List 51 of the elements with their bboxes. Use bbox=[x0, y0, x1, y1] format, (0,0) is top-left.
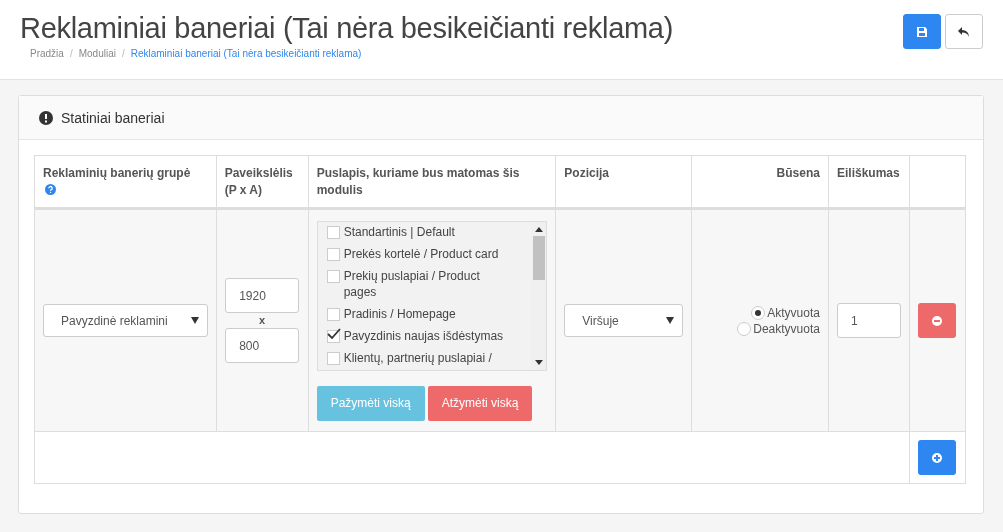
dimension-separator: x bbox=[258, 313, 267, 328]
save-icon bbox=[916, 25, 928, 38]
breadcrumb-link[interactable]: Pradžia bbox=[30, 48, 64, 59]
checkbox-label: Klientų, partnerių puslapiai / bbox=[343, 349, 492, 366]
position-select[interactable]: Viršuje bbox=[564, 304, 684, 337]
radio-label: Aktyvuota bbox=[767, 305, 820, 320]
height-field[interactable]: 800 bbox=[225, 328, 300, 363]
undo-icon bbox=[957, 25, 971, 38]
checkbox-label: Prekės kortelė / Product card bbox=[343, 245, 499, 262]
checkbox-label: Pradinis / Homepage bbox=[343, 305, 456, 322]
minus-circle-icon bbox=[931, 315, 942, 326]
help-icon[interactable] bbox=[45, 184, 56, 195]
scroll-up-icon[interactable] bbox=[534, 226, 543, 232]
checkbox-label: Standartinis | Default bbox=[343, 223, 455, 240]
checkbox[interactable] bbox=[326, 351, 340, 365]
radio-button[interactable] bbox=[751, 305, 766, 320]
column-header: Eiliškumas bbox=[836, 166, 900, 180]
radio-label: Deaktyvuota bbox=[753, 321, 820, 336]
scrollbar-thumb[interactable] bbox=[532, 235, 545, 280]
breadcrumb-link[interactable]: Moduliai bbox=[78, 48, 116, 59]
column-header: Paveikslėlis (P x A) bbox=[224, 166, 293, 197]
checkbox-label: Prekių puslapiai / Product pages bbox=[343, 267, 481, 300]
breadcrumb-link[interactable]: Reklaminiai baneriai (Tai nėra besikeičianti reklama) bbox=[130, 48, 362, 59]
column-header: Pozicija bbox=[564, 166, 609, 180]
column-header: Būsena bbox=[776, 166, 820, 180]
checkbox-label: Pavyzdinis naujas išdėstymas bbox=[343, 327, 504, 344]
checkbox[interactable] bbox=[326, 269, 340, 283]
checkbox[interactable] bbox=[326, 225, 340, 239]
plus-circle-icon bbox=[931, 452, 942, 463]
breadcrumb-separator: / bbox=[69, 48, 73, 59]
back-button[interactable] bbox=[945, 14, 983, 49]
checkbox[interactable] bbox=[326, 329, 340, 343]
scroll-down-icon[interactable] bbox=[534, 359, 543, 365]
page-title: Reklaminiai baneriai (Tai nėra besikeičianti reklama) bbox=[20, 12, 673, 45]
caret-icon bbox=[190, 317, 199, 324]
panel-title: Statiniai baneriai bbox=[61, 109, 165, 126]
save-button[interactable] bbox=[903, 14, 941, 49]
group-select[interactable]: Pavyzdinė reklamini bbox=[43, 304, 208, 337]
column-header: Reklaminių banerių grupė bbox=[43, 166, 191, 180]
add-button[interactable] bbox=[917, 440, 956, 475]
remove-button[interactable] bbox=[917, 303, 956, 338]
checkbox[interactable] bbox=[326, 307, 340, 321]
alert-icon bbox=[39, 110, 53, 125]
pages-list[interactable]: Standartinis | Default Prekės kortelė / Product card Prekių puslapiai / Product pages Pradinis / Homepage Pavyzdinis naujas išdėstymas Klientų, partnerių puslapiai / bbox=[316, 220, 548, 371]
column-header: Puslapis, kuriame bus matomas šis modulis bbox=[316, 166, 520, 197]
radio-button[interactable] bbox=[737, 321, 752, 336]
breadcrumb-separator: / bbox=[121, 48, 125, 59]
checkbox[interactable] bbox=[326, 247, 340, 261]
caret-icon bbox=[666, 317, 675, 324]
order-field[interactable]: 1 bbox=[836, 303, 901, 338]
width-field[interactable]: 1920 bbox=[225, 278, 300, 313]
